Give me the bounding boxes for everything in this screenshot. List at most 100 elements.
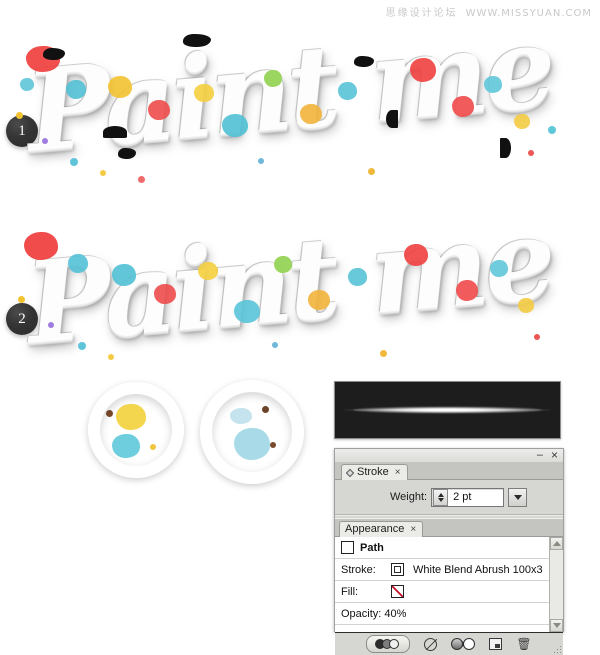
appearance-row-stroke-label: Stroke: bbox=[341, 563, 376, 576]
paint-dot bbox=[150, 444, 156, 450]
brush-preview-swatch bbox=[334, 381, 561, 439]
brush-stroke-tail bbox=[344, 409, 551, 411]
watermark: 思缘设计论坛 WWW.MISSYUAN.COM bbox=[386, 4, 592, 19]
stroke-weight-value[interactable]: 2 pt bbox=[450, 489, 504, 505]
paint-dot bbox=[16, 112, 23, 119]
paint-blob bbox=[20, 78, 34, 91]
appearance-row-path-label: Path bbox=[360, 541, 384, 554]
paint-dot bbox=[368, 168, 375, 175]
paint-blob bbox=[518, 298, 534, 313]
black-mark bbox=[386, 110, 398, 128]
appearance-row-path[interactable]: Path bbox=[335, 537, 563, 559]
paint-blob bbox=[348, 268, 367, 286]
artwork-word-1: Paint me bbox=[21, 18, 557, 178]
tutorial-page: 思缘设计论坛 WWW.MISSYUAN.COM 1 2 Paint me Pai… bbox=[0, 0, 600, 655]
tab-stroke[interactable]: Stroke × bbox=[341, 464, 408, 480]
panel-divider bbox=[335, 514, 563, 515]
black-mark bbox=[103, 126, 127, 138]
paint-blob bbox=[194, 84, 214, 102]
paint-dot bbox=[270, 442, 276, 448]
paint-blob bbox=[24, 232, 58, 260]
tab-appearance-label: Appearance bbox=[345, 523, 405, 535]
appearance-row-opacity[interactable]: Opacity: 40% bbox=[335, 603, 563, 625]
stroke-weight-label: Weight: bbox=[390, 491, 428, 503]
paint-dot bbox=[48, 322, 54, 328]
paint-dot bbox=[272, 342, 278, 348]
stepper-down-icon bbox=[437, 497, 444, 502]
stroke-weight-stepper[interactable] bbox=[433, 488, 449, 506]
detail-inset-2 bbox=[200, 380, 304, 484]
stroke-weight-row: Weight: 2 pt bbox=[335, 480, 563, 514]
opacity-button[interactable] bbox=[366, 635, 411, 653]
stroke-swatch-icon[interactable] bbox=[391, 563, 404, 576]
paint-blob bbox=[338, 82, 357, 100]
paint-blob bbox=[300, 104, 322, 124]
chevron-down-icon bbox=[552, 623, 561, 628]
paint-blob bbox=[490, 260, 508, 277]
paint-dot bbox=[262, 406, 269, 413]
appearance-row-fill[interactable]: Fill: bbox=[335, 581, 563, 603]
no-symbol-icon bbox=[424, 637, 438, 651]
scroll-down-button[interactable] bbox=[550, 619, 563, 632]
paint-blob bbox=[116, 404, 146, 430]
paint-dot bbox=[108, 354, 114, 360]
black-mark bbox=[354, 56, 374, 67]
resize-grip[interactable] bbox=[553, 645, 561, 653]
stroke-weight-field[interactable]: 2 pt bbox=[431, 487, 505, 507]
appearance-tabstrip: Appearance × bbox=[335, 518, 563, 537]
paint-blob bbox=[404, 244, 428, 266]
appearance-row-opacity-label: Opacity: 40% bbox=[341, 607, 407, 620]
tab-stroke-label: Stroke bbox=[357, 466, 389, 478]
paint-blob bbox=[68, 254, 88, 273]
appearance-row-stroke-value: White Blend Abrush 100x3 bbox=[413, 563, 543, 576]
paint-dot bbox=[380, 350, 387, 357]
tab-appearance-close-icon[interactable]: × bbox=[410, 522, 416, 537]
panel-grip-icon bbox=[345, 468, 355, 477]
stepper-up-icon bbox=[437, 492, 444, 497]
paint-blob bbox=[456, 280, 478, 301]
paint-dot bbox=[70, 158, 78, 166]
chevron-up-icon bbox=[552, 541, 561, 546]
stroke-tabstrip: Stroke × bbox=[335, 462, 563, 480]
paint-blob bbox=[308, 290, 330, 310]
paint-blob bbox=[410, 58, 436, 82]
paint-blob bbox=[484, 76, 502, 93]
tab-stroke-close-icon[interactable]: × bbox=[395, 465, 401, 480]
paint-blob bbox=[112, 264, 136, 286]
paint-blob bbox=[234, 300, 260, 323]
tab-appearance[interactable]: Appearance × bbox=[339, 521, 424, 537]
paint-blob bbox=[274, 256, 292, 273]
stroke-weight-dropdown-button[interactable] bbox=[508, 487, 528, 507]
trash-icon: 🗑 bbox=[516, 637, 532, 651]
paint-dot bbox=[106, 410, 113, 417]
paint-dot bbox=[138, 176, 145, 183]
path-swatch-icon bbox=[341, 541, 354, 554]
black-mark bbox=[500, 138, 511, 158]
scroll-up-button[interactable] bbox=[550, 537, 563, 550]
paint-dot bbox=[42, 138, 48, 144]
duplicate-page-icon bbox=[489, 638, 503, 650]
panel-titlebar: – × bbox=[335, 449, 563, 462]
paint-dot bbox=[18, 296, 25, 303]
paint-blob bbox=[234, 428, 270, 460]
appearance-scrollbar[interactable] bbox=[549, 537, 563, 632]
paint-blob bbox=[230, 408, 252, 424]
illustrator-panel-group: – × Stroke × Weight: 2 pt Appearance × P… bbox=[334, 448, 564, 655]
close-icon[interactable]: × bbox=[551, 449, 558, 461]
paint-dot bbox=[258, 158, 264, 164]
appearance-row-stroke[interactable]: Stroke: White Blend Abrush 100x3 bbox=[335, 559, 563, 581]
fill-none-swatch-icon[interactable] bbox=[391, 585, 404, 598]
paint-dot bbox=[534, 334, 540, 340]
minimize-icon[interactable]: – bbox=[537, 450, 543, 461]
appearance-row-fill-label: Fill: bbox=[341, 585, 359, 598]
stroke-panel-body: Weight: 2 pt bbox=[335, 480, 563, 515]
detail-inset-1 bbox=[88, 382, 184, 478]
paint-blob bbox=[264, 70, 282, 87]
reduce-appearance-icon bbox=[451, 638, 476, 650]
paint-dot bbox=[100, 170, 106, 176]
paint-blob bbox=[154, 284, 176, 304]
paint-dot bbox=[78, 342, 86, 350]
black-mark bbox=[118, 148, 136, 159]
artwork-version-1: Paint me bbox=[8, 18, 563, 193]
paint-blob bbox=[108, 76, 132, 98]
